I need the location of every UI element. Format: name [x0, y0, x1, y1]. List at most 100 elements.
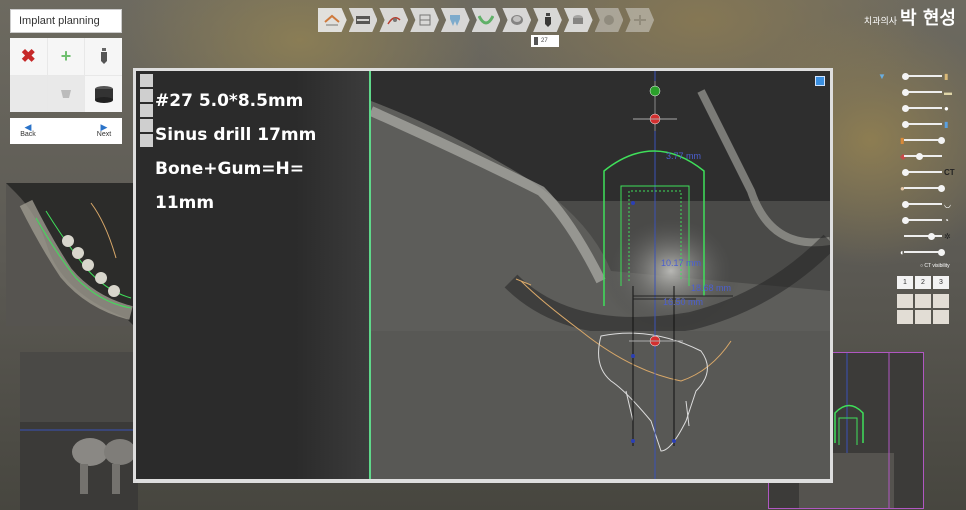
radio-icon: ○ [920, 263, 924, 269]
tool-grid: ✖ + [10, 38, 122, 112]
slider-knob[interactable] [902, 216, 909, 224]
guide-icon [633, 15, 646, 25]
brand-name: 박 현성 [900, 8, 956, 29]
delete-implant-button[interactable]: ✖ [10, 38, 47, 75]
slider-track[interactable] [904, 187, 942, 189]
add-implant-button[interactable]: + [47, 38, 85, 75]
implant-button[interactable] [533, 8, 562, 32]
guide-button[interactable] [625, 8, 655, 32]
empty-tool-slot [10, 75, 47, 112]
height-note: 11mm [155, 193, 215, 213]
panoramic-thumbnail[interactable] [20, 352, 138, 510]
jaw-icon: ◔ [944, 215, 949, 225]
slider-row: ● [872, 100, 957, 116]
abutment-icon [573, 15, 584, 24]
slider-track[interactable] [904, 203, 942, 205]
workflow-toolbar [318, 8, 655, 32]
view-cube-right[interactable] [933, 294, 949, 308]
abutment-button-top[interactable] [563, 8, 593, 32]
slider-knob[interactable] [902, 104, 909, 112]
next-button[interactable]: ▶ Next [86, 123, 122, 139]
slider-track[interactable] [904, 91, 942, 93]
implant-icon: ▮ [944, 119, 949, 129]
slider-knob[interactable] [938, 184, 945, 192]
home-button[interactable] [318, 8, 347, 32]
view-3-button[interactable]: 3 [933, 276, 949, 289]
add-icon: + [60, 45, 72, 66]
slider-knob[interactable] [902, 88, 909, 96]
slider-row: ▮ [872, 116, 957, 132]
slider-track[interactable] [904, 171, 942, 173]
export-tool-button[interactable] [140, 134, 153, 147]
tooth-number: 27 [541, 38, 548, 44]
slider-track[interactable] [904, 75, 942, 77]
navigation-bar: ◀ Back ▶ Next [10, 118, 122, 144]
brand-watermark: 치과의사 박 현성 [864, 4, 956, 30]
ct-visibility-toggle[interactable]: ○ CT visibility [920, 263, 950, 269]
pen-tool-button[interactable] [140, 89, 153, 102]
slider-knob[interactable] [902, 200, 909, 208]
back-label: Back [20, 131, 36, 138]
slider-knob[interactable] [938, 136, 945, 144]
slider-row: ◡ [872, 196, 957, 212]
slider-track[interactable] [904, 123, 942, 125]
slider-track[interactable] [904, 235, 942, 237]
slider-row: ▬ [872, 84, 957, 100]
tooth-button[interactable] [440, 8, 470, 32]
bone-icon: ▬ [944, 87, 952, 97]
implant-planning-title: Implant planning [10, 9, 122, 33]
slider-row: ◆ [872, 148, 957, 164]
view-cube-bottom[interactable] [915, 310, 931, 324]
view-cube-top[interactable] [897, 310, 913, 324]
panoramic-button[interactable] [348, 8, 378, 32]
slider-track[interactable] [904, 219, 942, 221]
view-cube-front[interactable] [897, 294, 913, 308]
slider-knob[interactable] [928, 232, 935, 240]
ct-visibility-label: CT visibility [924, 263, 950, 269]
view-number-buttons: 1 2 3 [897, 276, 949, 289]
sleeve-button-top[interactable] [594, 8, 624, 32]
ct-image [371, 71, 830, 479]
jaw-3d-thumbnail[interactable] [6, 183, 134, 326]
slider-knob[interactable] [938, 248, 945, 256]
view-1-button[interactable]: 1 [897, 276, 913, 289]
crown-button[interactable] [502, 8, 532, 32]
slider-row: ▼ ▮ [872, 68, 957, 84]
slider-knob[interactable] [916, 152, 923, 160]
nerve-button[interactable] [379, 8, 409, 32]
jaw-3d-view [6, 183, 134, 326]
slider-track[interactable] [904, 107, 942, 109]
slider-row: ✲ [872, 228, 957, 244]
section-button[interactable] [410, 8, 439, 32]
arch-button[interactable] [471, 8, 501, 32]
view-cube-left[interactable] [915, 294, 931, 308]
view-2-button[interactable]: 2 [915, 276, 931, 289]
slider-track[interactable] [904, 139, 942, 141]
mouth-icon: ◡ [944, 199, 951, 209]
abutment-button[interactable] [47, 75, 85, 112]
nerve-tool-button[interactable] [140, 119, 153, 132]
crown-icon [510, 15, 523, 25]
visibility-sliders: ▼ ▮ ▬ ● ▮ ▮ ◆ CT ● ◡ [872, 68, 957, 260]
back-button[interactable]: ◀ Back [10, 123, 46, 139]
ct-cross-section-view[interactable]: 3.77 mm 10.17 mm 18.68 mm 16.50 mm [371, 71, 830, 479]
implant-tool-button[interactable] [140, 104, 153, 117]
abutment-icon [60, 89, 71, 98]
sleeve-icon [94, 85, 113, 103]
sleeve-button[interactable] [85, 75, 122, 112]
ruler-tool-button[interactable] [140, 74, 153, 87]
view-cube-back[interactable] [933, 310, 949, 324]
slider-knob[interactable] [902, 72, 909, 80]
panoramic-view [20, 352, 138, 510]
slider-knob[interactable] [902, 120, 909, 128]
tooth-number-tag: 27 [531, 35, 559, 47]
implant-icon [534, 37, 538, 45]
arrow-right-icon: ▶ [100, 122, 108, 132]
slider-track[interactable] [904, 155, 942, 157]
maximize-icon[interactable] [815, 76, 825, 86]
implant-select-button[interactable] [85, 38, 122, 75]
measure-label-4: 16.50 mm [663, 297, 704, 307]
crown-icon: ▮ [944, 71, 949, 81]
slider-knob[interactable] [902, 168, 909, 176]
slider-track[interactable] [904, 251, 942, 253]
